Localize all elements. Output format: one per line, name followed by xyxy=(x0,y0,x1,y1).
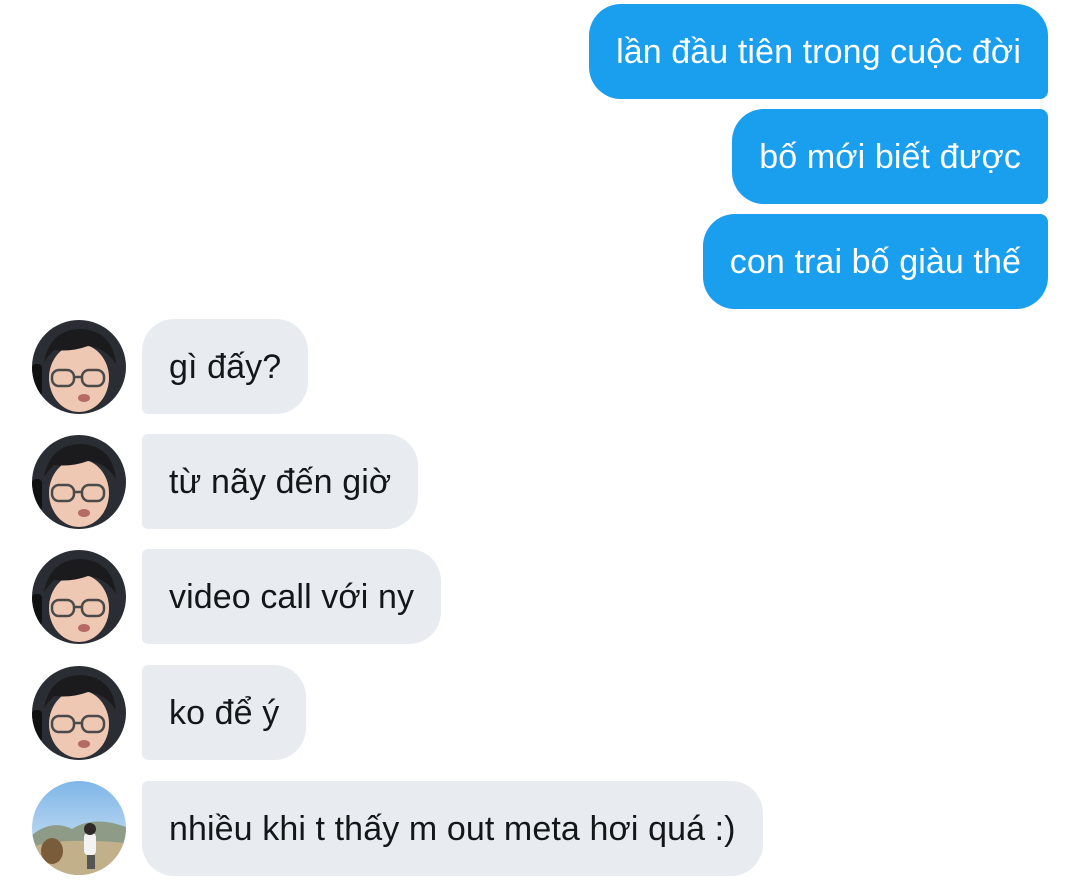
outgoing-message[interactable]: lần đầu tiên trong cuộc đời xyxy=(589,4,1048,99)
face-avatar-icon xyxy=(32,666,126,760)
message-text: gì đấy? xyxy=(169,347,282,386)
landscape-avatar-icon xyxy=(32,781,126,875)
incoming-message[interactable]: từ nãy đến giờ xyxy=(142,434,419,529)
message-text: từ nãy đến giờ xyxy=(169,462,392,501)
message-text: con trai bố giàu thế xyxy=(729,242,1021,281)
message-text: video call với ny xyxy=(169,577,415,616)
face-avatar-icon xyxy=(32,320,126,414)
incoming-message[interactable]: gì đấy? xyxy=(142,319,309,414)
face-avatar-icon xyxy=(32,550,126,644)
message-text: lần đầu tiên trong cuộc đời xyxy=(616,32,1021,71)
outgoing-message[interactable]: bố mới biết được xyxy=(732,109,1048,204)
incoming-message[interactable]: video call với ny xyxy=(142,549,442,644)
message-text: ko để ý xyxy=(169,693,280,732)
message-text: bố mới biết được xyxy=(759,137,1021,176)
user-avatar[interactable] xyxy=(32,435,126,529)
user-avatar[interactable] xyxy=(32,666,126,760)
user-avatar[interactable] xyxy=(32,781,126,875)
user-avatar[interactable] xyxy=(32,550,126,644)
outgoing-message[interactable]: con trai bố giàu thế xyxy=(702,214,1048,309)
chat-thread: lần đầu tiên trong cuộc đời bố mới biết … xyxy=(0,0,1080,890)
user-avatar[interactable] xyxy=(32,320,126,414)
incoming-message[interactable]: nhiều khi t thấy m out meta hơi quá :) xyxy=(142,781,763,876)
face-avatar-icon xyxy=(32,435,126,529)
message-text: nhiều khi t thấy m out meta hơi quá :) xyxy=(169,809,736,848)
incoming-message[interactable]: ko để ý xyxy=(142,665,307,760)
